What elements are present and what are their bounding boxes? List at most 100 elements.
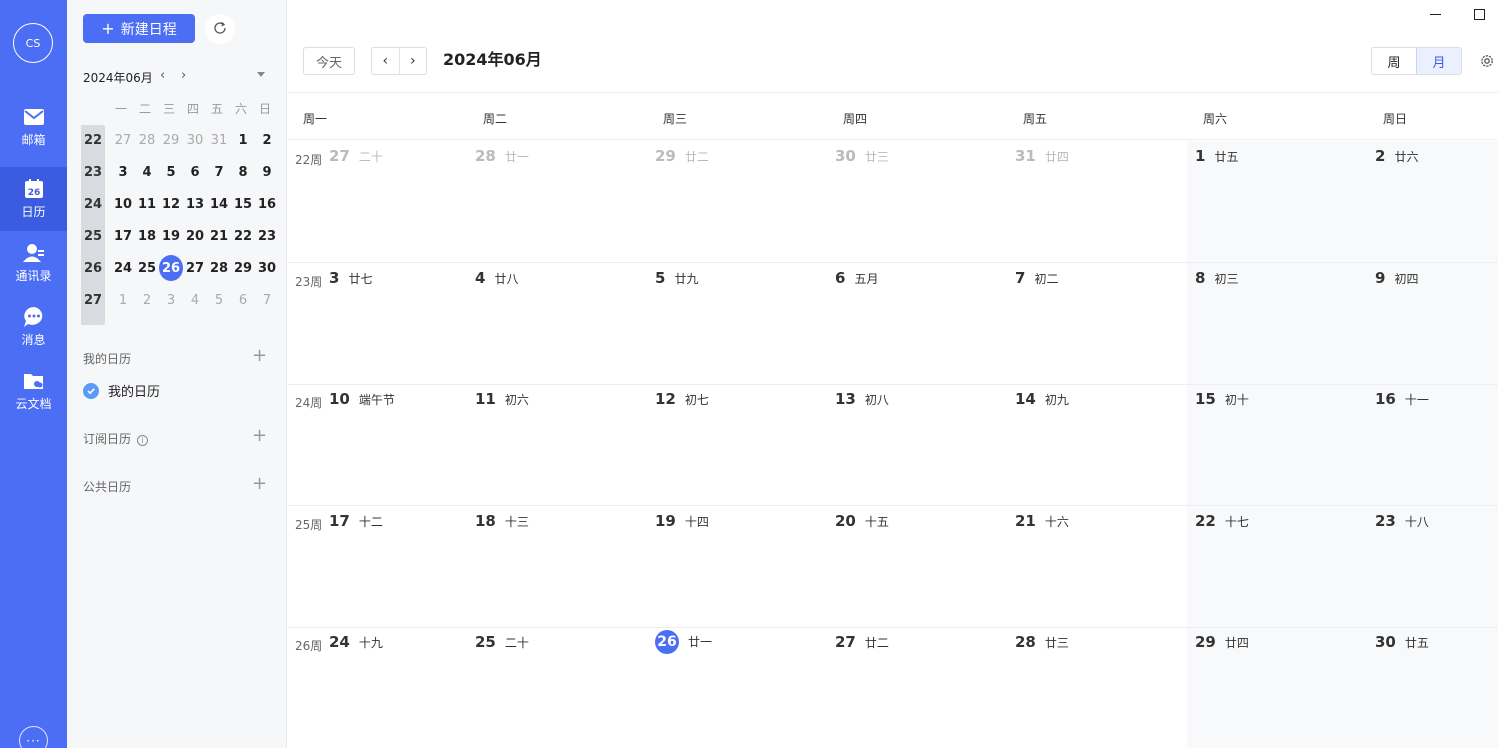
mini-day-cell[interactable]: 14: [207, 190, 231, 218]
day-cell[interactable]: 25 二十: [475, 633, 529, 651]
day-cell[interactable]: 30 廿五: [1375, 633, 1429, 651]
mini-day-cell[interactable]: 2: [135, 286, 159, 314]
mini-prev-button[interactable]: ‹: [160, 68, 165, 83]
day-cell[interactable]: 4 廿八: [475, 269, 518, 287]
day-cell[interactable]: 5 廿九: [655, 269, 698, 287]
mini-day-cell[interactable]: 3: [159, 286, 183, 314]
day-cell[interactable]: 9 初四: [1375, 269, 1418, 287]
new-event-button[interactable]: + 新建日程: [83, 14, 195, 43]
mini-next-button[interactable]: ›: [181, 68, 186, 83]
day-cell[interactable]: 28 廿一: [475, 147, 529, 165]
mini-day-cell[interactable]: 4: [135, 158, 159, 186]
next-period-button[interactable]: ›: [400, 48, 427, 74]
mini-day-cell[interactable]: 7: [207, 158, 231, 186]
mini-day-cell[interactable]: 20: [183, 222, 207, 250]
mini-day-cell[interactable]: 22: [231, 222, 255, 250]
mini-week-number[interactable]: 22: [81, 126, 105, 154]
day-cell[interactable]: 8 初三: [1195, 269, 1238, 287]
mini-week-number[interactable]: 23: [81, 158, 105, 186]
mini-day-cell[interactable]: 30: [255, 254, 279, 282]
day-cell[interactable]: 13 初八: [835, 390, 889, 408]
day-cell[interactable]: 11 初六: [475, 390, 529, 408]
mini-day-cell[interactable]: 28: [135, 126, 159, 154]
mini-day-cell[interactable]: 24: [111, 254, 135, 282]
day-cell[interactable]: 16 十一: [1375, 390, 1429, 408]
collapse-caret-icon[interactable]: [257, 72, 265, 77]
mini-day-cell[interactable]: 13: [183, 190, 207, 218]
mini-day-cell[interactable]: 29: [231, 254, 255, 282]
day-cell[interactable]: 21 十六: [1015, 512, 1069, 530]
day-cell[interactable]: 27 二十: [329, 147, 383, 165]
check-icon[interactable]: [83, 382, 99, 399]
maximize-button[interactable]: [1474, 9, 1485, 20]
mini-day-cell[interactable]: 21: [207, 222, 231, 250]
day-cell[interactable]: 17 十二: [329, 512, 383, 530]
prev-period-button[interactable]: ‹: [372, 48, 400, 74]
mini-day-cell[interactable]: 12: [159, 190, 183, 218]
mini-day-cell[interactable]: 30: [183, 126, 207, 154]
view-month-button[interactable]: 月: [1416, 48, 1461, 74]
day-cell[interactable]: 31 廿四: [1015, 147, 1069, 165]
mini-day-cell[interactable]: 15: [231, 190, 255, 218]
mini-day-cell[interactable]: 9: [255, 158, 279, 186]
day-cell[interactable]: 20 十五: [835, 512, 889, 530]
day-cell[interactable]: 30 廿三: [835, 147, 889, 165]
avatar[interactable]: CS: [13, 23, 53, 63]
rail-item-cloud-docs[interactable]: 云文档: [0, 359, 67, 423]
day-cell[interactable]: 24 十九: [329, 633, 383, 651]
mini-day-cell[interactable]: 5: [207, 286, 231, 314]
more-button[interactable]: ···: [19, 726, 48, 748]
day-cell[interactable]: 19 十四: [655, 512, 709, 530]
mini-day-cell[interactable]: 16: [255, 190, 279, 218]
mini-day-cell[interactable]: 26: [159, 254, 183, 282]
mini-day-cell[interactable]: 10: [111, 190, 135, 218]
day-cell[interactable]: 29 廿二: [655, 147, 709, 165]
rail-item-calendar[interactable]: 26 日历: [0, 167, 67, 231]
add-my-calendar-button[interactable]: +: [252, 347, 267, 365]
calendar-list-item[interactable]: 我的日历: [83, 381, 160, 400]
today-button[interactable]: 今天: [303, 47, 355, 75]
mini-day-cell[interactable]: 7: [255, 286, 279, 314]
gear-icon[interactable]: [1479, 53, 1495, 69]
mini-day-cell[interactable]: 25: [135, 254, 159, 282]
mini-day-cell[interactable]: 19: [159, 222, 183, 250]
mini-day-cell[interactable]: 6: [231, 286, 255, 314]
rail-item-mail[interactable]: 邮箱: [0, 95, 67, 159]
mini-day-cell[interactable]: 4: [183, 286, 207, 314]
day-cell[interactable]: 28 廿三: [1015, 633, 1069, 651]
day-cell[interactable]: 18 十三: [475, 512, 529, 530]
mini-day-cell[interactable]: 3: [111, 158, 135, 186]
mini-day-cell[interactable]: 28: [207, 254, 231, 282]
mini-day-cell[interactable]: 17: [111, 222, 135, 250]
day-cell[interactable]: 27 廿二: [835, 633, 889, 651]
mini-day-cell[interactable]: 8: [231, 158, 255, 186]
mini-day-cell[interactable]: 1: [111, 286, 135, 314]
mini-week-number[interactable]: 27: [81, 286, 105, 314]
mini-day-cell[interactable]: 6: [183, 158, 207, 186]
mini-day-cell[interactable]: 11: [135, 190, 159, 218]
day-cell[interactable]: 3 廿七: [329, 269, 372, 287]
day-cell[interactable]: 2 廿六: [1375, 147, 1418, 165]
day-cell[interactable]: 14 初九: [1015, 390, 1069, 408]
mini-week-number[interactable]: 25: [81, 222, 105, 250]
view-week-button[interactable]: 周: [1372, 48, 1416, 74]
mini-day-cell[interactable]: 27: [183, 254, 207, 282]
day-cell[interactable]: 22 十七: [1195, 512, 1249, 530]
mini-day-cell[interactable]: 23: [255, 222, 279, 250]
mini-day-cell[interactable]: 27: [111, 126, 135, 154]
mini-day-cell[interactable]: 5: [159, 158, 183, 186]
day-cell[interactable]: 1 廿五: [1195, 147, 1238, 165]
rail-item-messages[interactable]: 消息: [0, 295, 67, 359]
mini-day-cell[interactable]: 29: [159, 126, 183, 154]
mini-day-cell[interactable]: 18: [135, 222, 159, 250]
day-cell[interactable]: 23 十八: [1375, 512, 1429, 530]
rail-item-contacts[interactable]: 通讯录: [0, 231, 67, 295]
day-cell[interactable]: 15 初十: [1195, 390, 1249, 408]
sync-button[interactable]: [205, 14, 235, 44]
mini-day-cell[interactable]: 2: [255, 126, 279, 154]
day-cell[interactable]: 6 五月: [835, 269, 878, 287]
day-cell[interactable]: 29 廿四: [1195, 633, 1249, 651]
add-public-calendar-button[interactable]: +: [252, 475, 267, 493]
add-subscribed-calendar-button[interactable]: +: [252, 427, 267, 445]
minimize-button[interactable]: [1430, 14, 1441, 15]
